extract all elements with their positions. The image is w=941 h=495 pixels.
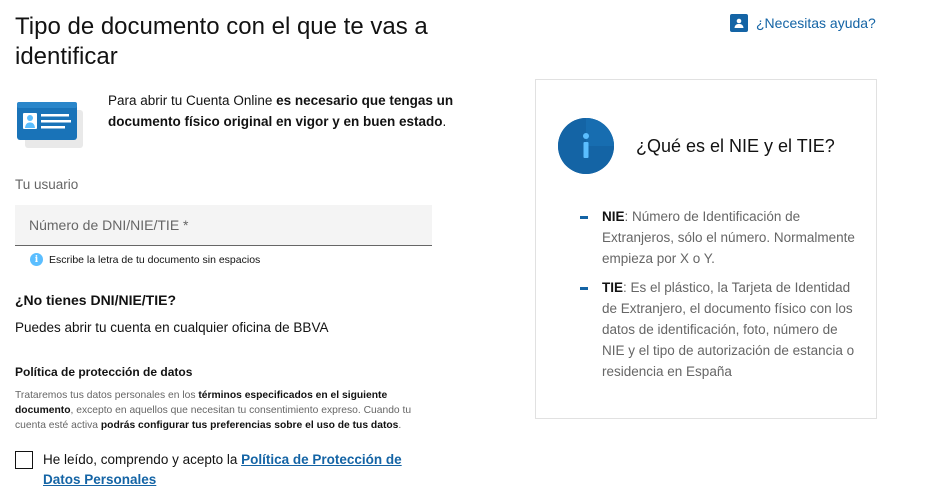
policy-text: Trataremos tus datos personales en los t…	[15, 388, 435, 433]
info-list: NIE: Número de Identificación de Extranj…	[578, 206, 858, 390]
consent-row: He leído, comprendo y acepto la Política…	[15, 450, 413, 490]
page-title: Tipo de documento con el que te vas a id…	[15, 13, 428, 70]
document-number-field-wrapper	[15, 205, 432, 246]
page: Tipo de documento con el que te vas a id…	[0, 0, 941, 495]
intro-text-suffix: .	[442, 114, 447, 129]
document-number-input[interactable]	[15, 205, 432, 245]
policy-text-3: .	[398, 420, 402, 431]
intro-section: Para abrir tu Cuenta Online es necesario…	[15, 90, 455, 150]
id-card-icon	[17, 102, 83, 148]
info-panel-header: ¿Qué es el NIE y el TIE?	[558, 118, 835, 174]
help-link-label: ¿Necesitas ayuda?	[756, 15, 876, 31]
user-label: Tu usuario	[15, 177, 79, 192]
policy-title: Política de protección de datos	[15, 365, 193, 379]
list-item: NIE: Número de Identificación de Extranj…	[578, 206, 858, 269]
input-hint: i Escribe la letra de tu documento sin e…	[30, 253, 260, 266]
no-dni-title: ¿No tienes DNI/NIE/TIE?	[15, 292, 177, 308]
nie-term: NIE	[602, 209, 625, 224]
tie-description: : Es el plástico, la Tarjeta de Identida…	[602, 280, 855, 379]
input-hint-text: Escribe la letra de tu documento sin esp…	[49, 253, 261, 266]
info-panel-heading: ¿Qué es el NIE y el TIE?	[636, 135, 835, 156]
consent-text: He leído, comprendo y acepto la Política…	[43, 450, 413, 490]
intro-text-prefix: Para abrir tu Cuenta Online	[108, 93, 277, 108]
person-icon	[730, 14, 748, 32]
list-item: TIE: Es el plástico, la Tarjeta de Ident…	[578, 277, 858, 382]
tie-term: TIE	[602, 280, 624, 295]
nie-description: : Número de Identificación de Extranjero…	[602, 209, 855, 266]
intro-text: Para abrir tu Cuenta Online es necesario…	[108, 90, 455, 132]
policy-preferences: podrás configurar tus preferencias sobre…	[100, 420, 399, 431]
consent-label: He leído, comprendo y acepto la	[43, 452, 242, 467]
info-panel: ¿Qué es el NIE y el TIE? NIE: Número de …	[535, 79, 877, 419]
no-dni-text: Puedes abrir tu cuenta en cualquier ofic…	[15, 320, 329, 335]
info-icon	[558, 118, 614, 174]
policy-text-1: Trataremos tus datos personales en los	[15, 390, 199, 401]
info-icon: i	[30, 253, 43, 266]
consent-checkbox[interactable]	[15, 451, 33, 469]
help-link[interactable]: ¿Necesitas ayuda?	[730, 14, 876, 32]
